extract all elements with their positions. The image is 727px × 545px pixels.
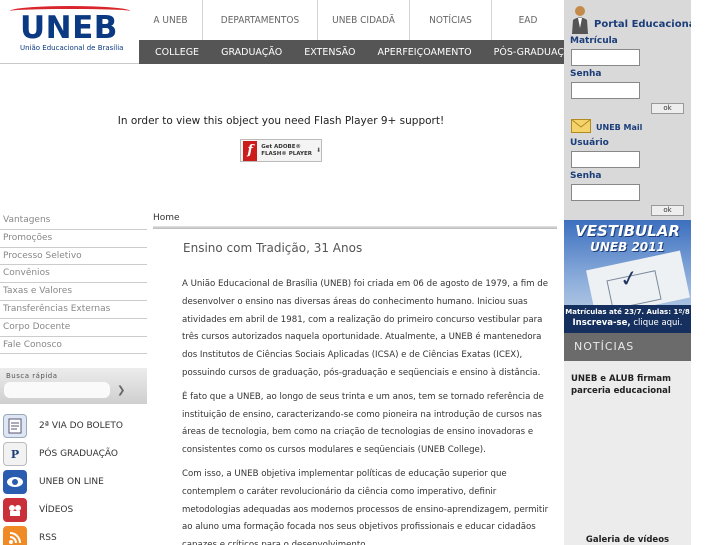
matricula-input[interactable] xyxy=(571,49,640,66)
banner-title: VESTIBULAR xyxy=(575,222,680,240)
article-paragraph: Com isso, a UNEB objetiva implementar po… xyxy=(182,468,549,545)
portal-title: Portal Educacional xyxy=(594,19,699,30)
banner-cta: Inscreva-se, clique aqui. xyxy=(564,318,691,328)
left-nav: Vantagens Promoções Processo Seletivo Co… xyxy=(0,212,147,355)
news-panel: UNEB e ALUB firmam parceria educacional … xyxy=(564,361,691,545)
usuario-label: Usuário xyxy=(570,138,609,148)
article-body: A União Educacional de Brasília (UNEB) f… xyxy=(182,276,554,545)
video-icon xyxy=(3,498,27,522)
video-gallery-link[interactable]: Galeria de vídeos xyxy=(564,535,691,545)
breadcrumb-divider xyxy=(153,226,557,229)
matricula-label: Matrícula xyxy=(570,36,618,46)
leftnav-promocoes[interactable]: Promoções xyxy=(0,230,147,248)
download-arrow-icon: ⬇ xyxy=(315,147,321,154)
mail-senha-input[interactable] xyxy=(571,184,640,201)
leftnav-processo-seletivo[interactable]: Processo Seletivo xyxy=(0,248,147,266)
subnav-graduacao[interactable]: GRADUAÇÃO xyxy=(221,47,282,58)
leftnav-taxas-valores[interactable]: Taxas e Valores xyxy=(0,283,147,301)
eye-icon xyxy=(3,470,27,494)
leftnav-corpo-docente[interactable]: Corpo Docente xyxy=(0,319,147,337)
p-logo-icon: P xyxy=(3,442,27,466)
top-nav: A UNEB DEPARTAMENTOS UNEB CIDADÃ NOTÍCIA… xyxy=(139,0,564,40)
news-header: NOTÍCIAS xyxy=(564,333,691,361)
page-title: Ensino com Tradição, 31 Anos xyxy=(183,241,363,255)
portal-ok-button[interactable]: ok xyxy=(651,103,684,114)
quick-search-label: Busca rápida xyxy=(6,372,58,380)
subnav-college[interactable]: COLLEGE xyxy=(155,47,199,58)
news-heading: NOTÍCIAS xyxy=(574,340,635,353)
article-paragraph: A União Educacional de Brasília (UNEB) f… xyxy=(182,279,548,378)
banner-dates: Matrículas até 23/7. Aulas: 1º/8 xyxy=(565,308,690,316)
nav-ead[interactable]: EAD xyxy=(492,0,564,40)
mail-ok-button[interactable]: ok xyxy=(651,205,684,216)
login-panel: Portal Educacional Matrícula Senha ok UN… xyxy=(564,0,699,220)
banner-subtitle: UNEB 2011 xyxy=(590,240,665,254)
leftnav-convenios[interactable]: Convênios xyxy=(0,265,147,284)
quicklink-label: VÍDEOS xyxy=(39,505,74,515)
right-margin xyxy=(691,0,727,545)
quick-links: 2ª VIA DO BOLETO P PÓS GRADUAÇÃO UNEB ON… xyxy=(0,412,147,545)
flash-logo-icon: f xyxy=(243,140,258,161)
sub-nav: COLLEGE GRADUAÇÃO EXTENSÃO APERFEIÇOAMEN… xyxy=(139,40,578,64)
quicklink-videos[interactable]: VÍDEOS xyxy=(0,496,147,524)
get-flash-player-button[interactable]: f Get ADOBE® FLASH® PLAYER ⬇ xyxy=(240,139,322,162)
nav-departamentos[interactable]: DEPARTAMENTOS xyxy=(203,0,318,40)
nav-a-uneb[interactable]: A UNEB xyxy=(139,0,203,40)
quicklink-label: PÓS GRADUAÇÃO xyxy=(39,449,118,459)
nav-uneb-cidada[interactable]: UNEB CIDADÃ xyxy=(318,0,410,40)
flash-button-line2: FLASH® PLAYER xyxy=(261,150,312,157)
subnav-extensao[interactable]: EXTENSÃO xyxy=(304,47,355,58)
flash-button-line1: Get ADOBE® xyxy=(261,143,301,150)
uneb-logo[interactable]: UNEB União Educacional de Brasília xyxy=(0,0,139,64)
document-icon xyxy=(3,414,27,438)
leftnav-transferencias[interactable]: Transferências Externas xyxy=(0,301,147,319)
banner-cta-rest: clique aqui. xyxy=(630,318,683,328)
quick-search: Busca rápida ❯ xyxy=(0,368,147,404)
quicklink-pos-graduacao[interactable]: P PÓS GRADUAÇÃO xyxy=(0,440,147,468)
logo-subtitle: União Educacional de Brasília xyxy=(20,44,124,52)
quicklink-label: UNEB ON LINE xyxy=(39,477,104,487)
quicklink-label: RSS xyxy=(39,533,57,543)
subnav-aperfeicoamento[interactable]: APERFEIÇOAMENTO xyxy=(377,47,471,58)
leftnav-vantagens[interactable]: Vantagens xyxy=(0,212,147,230)
article-paragraph: É fato que a UNEB, ao longo de seus trin… xyxy=(182,391,544,456)
vestibular-banner[interactable]: ✓ VESTIBULAR UNEB 2011 Matrículas até 23… xyxy=(564,220,691,333)
quicklink-rss[interactable]: RSS xyxy=(0,524,147,545)
senha-label: Senha xyxy=(570,69,602,79)
quick-search-input[interactable] xyxy=(4,382,110,398)
banner-cta-strong: Inscreva-se, xyxy=(572,318,631,328)
portal-senha-input[interactable] xyxy=(571,82,640,99)
logo-text: UNEB xyxy=(20,10,118,46)
uneb-mail-title: UNEB Mail xyxy=(596,123,643,132)
search-go-icon[interactable]: ❯ xyxy=(117,385,125,396)
news-headline-link[interactable]: UNEB e ALUB firmam parceria educacional xyxy=(571,373,686,397)
quicklink-label: 2ª VIA DO BOLETO xyxy=(39,421,123,431)
quicklink-uneb-online[interactable]: UNEB ON LINE xyxy=(0,468,147,496)
page: UNEB União Educacional de Brasília A UNE… xyxy=(0,0,727,545)
breadcrumb-home[interactable]: Home xyxy=(153,213,180,223)
person-icon xyxy=(572,6,588,34)
usuario-input[interactable] xyxy=(571,151,640,168)
mail-senha-label: Senha xyxy=(570,171,602,181)
flash-button-text: Get ADOBE® FLASH® PLAYER xyxy=(261,144,312,158)
rss-icon xyxy=(3,526,27,545)
nav-noticias[interactable]: NOTÍCIAS xyxy=(410,0,492,40)
quicklink-boleto[interactable]: 2ª VIA DO BOLETO xyxy=(0,412,147,440)
leftnav-fale-conosco[interactable]: Fale Conosco xyxy=(0,337,147,355)
flash-message: In order to view this object you need Fl… xyxy=(117,115,445,127)
mail-icon xyxy=(571,119,591,133)
